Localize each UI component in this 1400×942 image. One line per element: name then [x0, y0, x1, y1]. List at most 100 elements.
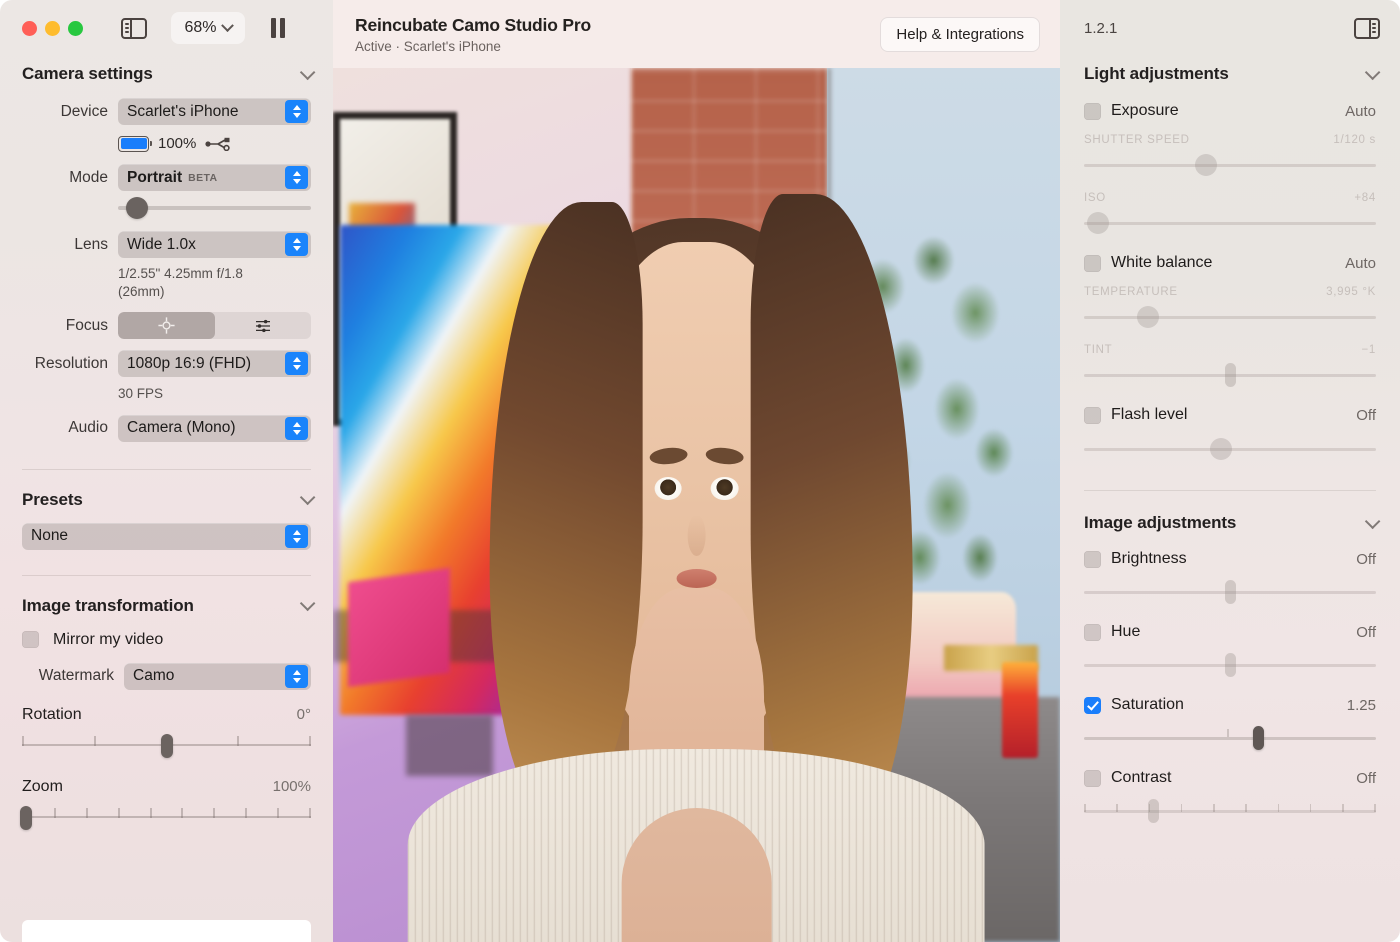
mode-label: Mode [22, 169, 108, 187]
camo-studio-window: 68% Camera settings Device Scarlet's iPh… [0, 0, 1400, 942]
shutter-speed-slider[interactable] [1084, 154, 1376, 176]
zoom-level-dropdown[interactable]: 68% [171, 12, 245, 44]
lens-select[interactable]: Wide 1.0x [118, 231, 311, 258]
saturation-slider[interactable] [1084, 727, 1376, 749]
lens-label: Lens [22, 236, 108, 254]
stepper-icon[interactable] [285, 525, 308, 548]
stepper-icon[interactable] [285, 233, 308, 256]
chevron-down-icon[interactable] [300, 596, 316, 612]
watermark-label: Watermark [22, 667, 114, 685]
contrast-checkbox[interactable] [1084, 770, 1101, 787]
flash-level-slider[interactable] [1084, 438, 1376, 460]
white-balance-checkbox[interactable] [1084, 255, 1101, 272]
scene-pink-object [348, 568, 450, 687]
preset-value: None [31, 527, 68, 545]
contrast-slider[interactable] [1084, 800, 1376, 822]
toggle-left-sidebar-button[interactable] [117, 14, 151, 42]
rotation-value: 0° [297, 706, 311, 723]
connection-status: Active · Scarlet's iPhone [355, 39, 591, 54]
bottom-input-area[interactable] [22, 920, 311, 942]
temperature-slider[interactable] [1084, 306, 1376, 328]
slider-knob[interactable] [1137, 306, 1159, 328]
focus-label: Focus [22, 317, 108, 335]
light-adjustments-header[interactable]: Light adjustments [1084, 64, 1376, 84]
stepper-icon[interactable] [285, 100, 308, 123]
image-transformation-header[interactable]: Image transformation [22, 596, 311, 616]
temperature-value: 3,995 °K [1326, 286, 1376, 298]
slider-knob[interactable] [1087, 212, 1109, 234]
flash-level-row[interactable]: Flash level Off [1060, 406, 1400, 424]
eyebrow-left [648, 446, 688, 466]
slider-knob[interactable] [1253, 726, 1264, 750]
slider-knob[interactable] [161, 734, 173, 758]
white-balance-row[interactable]: White balance Auto [1060, 254, 1400, 272]
camera-settings-title: Camera settings [22, 64, 153, 84]
slider-knob[interactable] [1225, 653, 1236, 677]
image-adjustments-header[interactable]: Image adjustments [1084, 513, 1376, 533]
brightness-checkbox[interactable] [1084, 551, 1101, 568]
exposure-checkbox[interactable] [1084, 103, 1101, 120]
stepper-icon[interactable] [285, 166, 308, 189]
chevron-down-icon[interactable] [1365, 64, 1381, 80]
maximize-button[interactable] [68, 21, 83, 36]
pause-button[interactable] [271, 18, 285, 38]
exposure-row[interactable]: Exposure Auto [1060, 102, 1400, 120]
iso-slider[interactable] [1084, 212, 1376, 234]
iso-label: ISO [1084, 192, 1106, 204]
slider-knob[interactable] [1148, 799, 1159, 823]
zoom-level-value: 68% [184, 19, 216, 37]
chevron-down-icon[interactable] [300, 64, 316, 80]
resolution-select[interactable]: 1080p 16:9 (FHD) [118, 350, 311, 377]
rotation-slider[interactable] [22, 730, 311, 760]
help-and-integrations-button[interactable]: Help & Integrations [880, 17, 1040, 52]
hue-slider[interactable] [1084, 654, 1376, 676]
traffic-lights[interactable] [22, 21, 83, 36]
saturation-row[interactable]: Saturation 1.25 [1060, 696, 1400, 714]
portrait-strength-slider[interactable] [118, 197, 311, 219]
focus-auto-button[interactable] [118, 312, 215, 339]
mirror-row[interactable]: Mirror my video [22, 631, 311, 649]
version-label: 1.2.1 [1084, 20, 1117, 37]
slider-knob[interactable] [1225, 580, 1236, 604]
watermark-select[interactable]: Camo [124, 663, 311, 690]
focus-mode-segmented[interactable] [118, 312, 311, 339]
preset-select[interactable]: None [22, 523, 311, 550]
slider-knob[interactable] [20, 806, 32, 830]
hue-row[interactable]: Hue Off [1060, 623, 1400, 641]
brightness-slider[interactable] [1084, 581, 1376, 603]
contrast-row[interactable]: Contrast Off [1060, 769, 1400, 787]
hue-value: Off [1356, 624, 1376, 641]
tint-slider[interactable] [1084, 364, 1376, 386]
saturation-checkbox[interactable] [1084, 697, 1101, 714]
device-label: Device [22, 103, 108, 121]
audio-select[interactable]: Camera (Mono) [118, 415, 311, 442]
flash-level-checkbox[interactable] [1084, 407, 1101, 424]
slider-knob[interactable] [1210, 438, 1232, 460]
camera-settings-header[interactable]: Camera settings [22, 64, 311, 84]
stepper-icon[interactable] [285, 417, 308, 440]
chevron-down-icon[interactable] [1365, 513, 1381, 529]
slider-knob[interactable] [126, 197, 148, 219]
minimize-button[interactable] [45, 21, 60, 36]
slider-knob[interactable] [1195, 154, 1217, 176]
brightness-row[interactable]: Brightness Off [1060, 550, 1400, 568]
iso-value: +84 [1354, 192, 1376, 204]
camera-feed [333, 68, 1060, 942]
stepper-icon[interactable] [285, 352, 308, 375]
mirror-checkbox[interactable] [22, 631, 39, 648]
toggle-right-sidebar-button[interactable] [1354, 18, 1380, 39]
zoom-slider[interactable] [22, 802, 311, 832]
slider-knob[interactable] [1225, 363, 1236, 387]
saturation-label: Saturation [1111, 696, 1337, 714]
focus-manual-button[interactable] [215, 312, 312, 339]
chevron-down-icon[interactable] [300, 490, 316, 506]
tint-label: TINT [1084, 344, 1112, 356]
close-button[interactable] [22, 21, 37, 36]
device-select[interactable]: Scarlet's iPhone [118, 98, 311, 125]
zoom-row: Zoom 100% [22, 778, 311, 796]
stepper-icon[interactable] [285, 665, 308, 688]
hue-checkbox[interactable] [1084, 624, 1101, 641]
mode-select[interactable]: Portrait BETA [118, 164, 311, 191]
video-preview[interactable] [333, 68, 1060, 942]
presets-header[interactable]: Presets [22, 490, 311, 510]
